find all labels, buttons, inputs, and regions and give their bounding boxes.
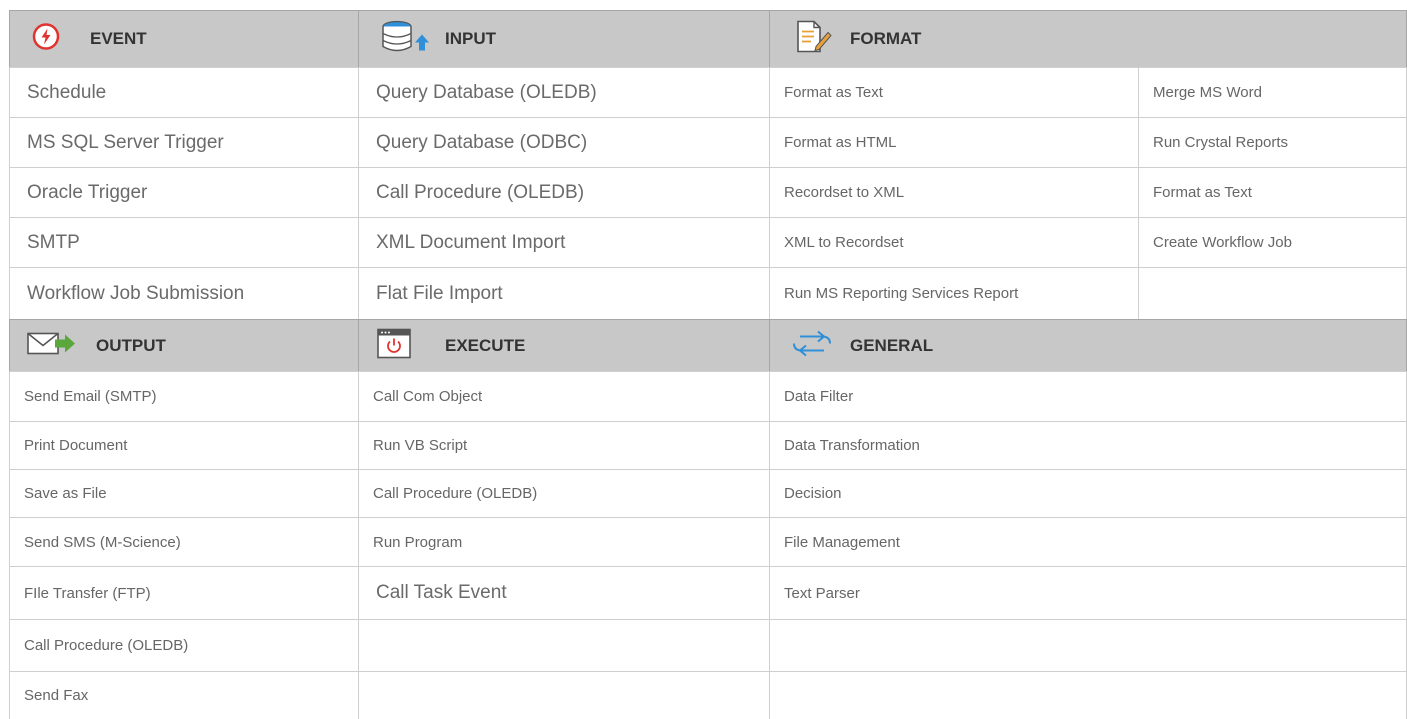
event-title: EVENT: [90, 29, 147, 48]
list-item[interactable]: Send Fax: [9, 671, 358, 719]
power-window-icon: [377, 328, 411, 363]
list-item[interactable]: Oracle Trigger: [9, 167, 358, 217]
list-item[interactable]: Save as File: [9, 469, 358, 517]
list-item[interactable]: SMTP: [9, 217, 358, 267]
list-item[interactable]: Format as Text: [1138, 167, 1407, 217]
format-header: FORMAT: [769, 10, 1407, 67]
empty-cell: [769, 671, 1407, 719]
list-item[interactable]: Run MS Reporting Services Report: [769, 267, 1138, 319]
list-item[interactable]: Call Com Object: [358, 371, 769, 421]
empty-cell: [769, 619, 1407, 671]
envelope-send-icon: [27, 330, 77, 361]
list-item[interactable]: Format as Text: [769, 67, 1138, 117]
list-item[interactable]: Format as HTML: [769, 117, 1138, 167]
list-item[interactable]: Text Parser: [769, 566, 1407, 619]
general-header: GENERAL: [769, 319, 1407, 371]
list-item[interactable]: Send Email (SMTP): [9, 371, 358, 421]
list-item[interactable]: Create Workflow Job: [1138, 217, 1407, 267]
empty-cell: [358, 619, 769, 671]
empty-cell: [1138, 267, 1407, 319]
list-item[interactable]: Send SMS (M-Science): [9, 517, 358, 566]
list-item[interactable]: Query Database (ODBC): [358, 117, 769, 167]
document-edit-icon: [796, 20, 832, 58]
input-header: INPUT: [358, 10, 769, 67]
list-item[interactable]: Call Task Event: [358, 566, 769, 619]
list-item[interactable]: FIle Transfer (FTP): [9, 566, 358, 619]
list-item[interactable]: Query Database (OLEDB): [358, 67, 769, 117]
lightning-icon: [32, 23, 60, 56]
list-item[interactable]: XML to Recordset: [769, 217, 1138, 267]
output-header: OUTPUT: [9, 319, 358, 371]
list-item[interactable]: Print Document: [9, 421, 358, 469]
list-item[interactable]: Data Filter: [769, 371, 1407, 421]
list-item[interactable]: Decision: [769, 469, 1407, 517]
general-title: GENERAL: [850, 335, 934, 355]
list-item[interactable]: Data Transformation: [769, 421, 1407, 469]
input-title: INPUT: [445, 29, 496, 48]
list-item[interactable]: XML Document Import: [358, 217, 769, 267]
list-item[interactable]: Call Procedure (OLEDB): [9, 619, 358, 671]
list-item[interactable]: Call Procedure (OLEDB): [358, 469, 769, 517]
list-item[interactable]: Schedule: [9, 67, 358, 117]
output-title: OUTPUT: [96, 335, 166, 355]
sync-arrows-icon: [790, 330, 834, 361]
list-item[interactable]: Workflow Job Submission: [9, 267, 358, 319]
event-header: EVENT: [9, 10, 358, 67]
list-item[interactable]: Run Program: [358, 517, 769, 566]
list-item[interactable]: MS SQL Server Trigger: [9, 117, 358, 167]
format-title: FORMAT: [850, 29, 922, 48]
list-item[interactable]: Merge MS Word: [1138, 67, 1407, 117]
list-item[interactable]: File Management: [769, 517, 1407, 566]
list-item[interactable]: Recordset to XML: [769, 167, 1138, 217]
list-item[interactable]: Run VB Script: [358, 421, 769, 469]
list-item[interactable]: Flat File Import: [358, 267, 769, 319]
list-item[interactable]: Call Procedure (OLEDB): [358, 167, 769, 217]
list-item[interactable]: Run Crystal Reports: [1138, 117, 1407, 167]
empty-cell: [358, 671, 769, 719]
execute-header: EXECUTE: [358, 319, 769, 371]
database-upload-icon: [381, 20, 433, 58]
execute-title: EXECUTE: [445, 335, 526, 355]
